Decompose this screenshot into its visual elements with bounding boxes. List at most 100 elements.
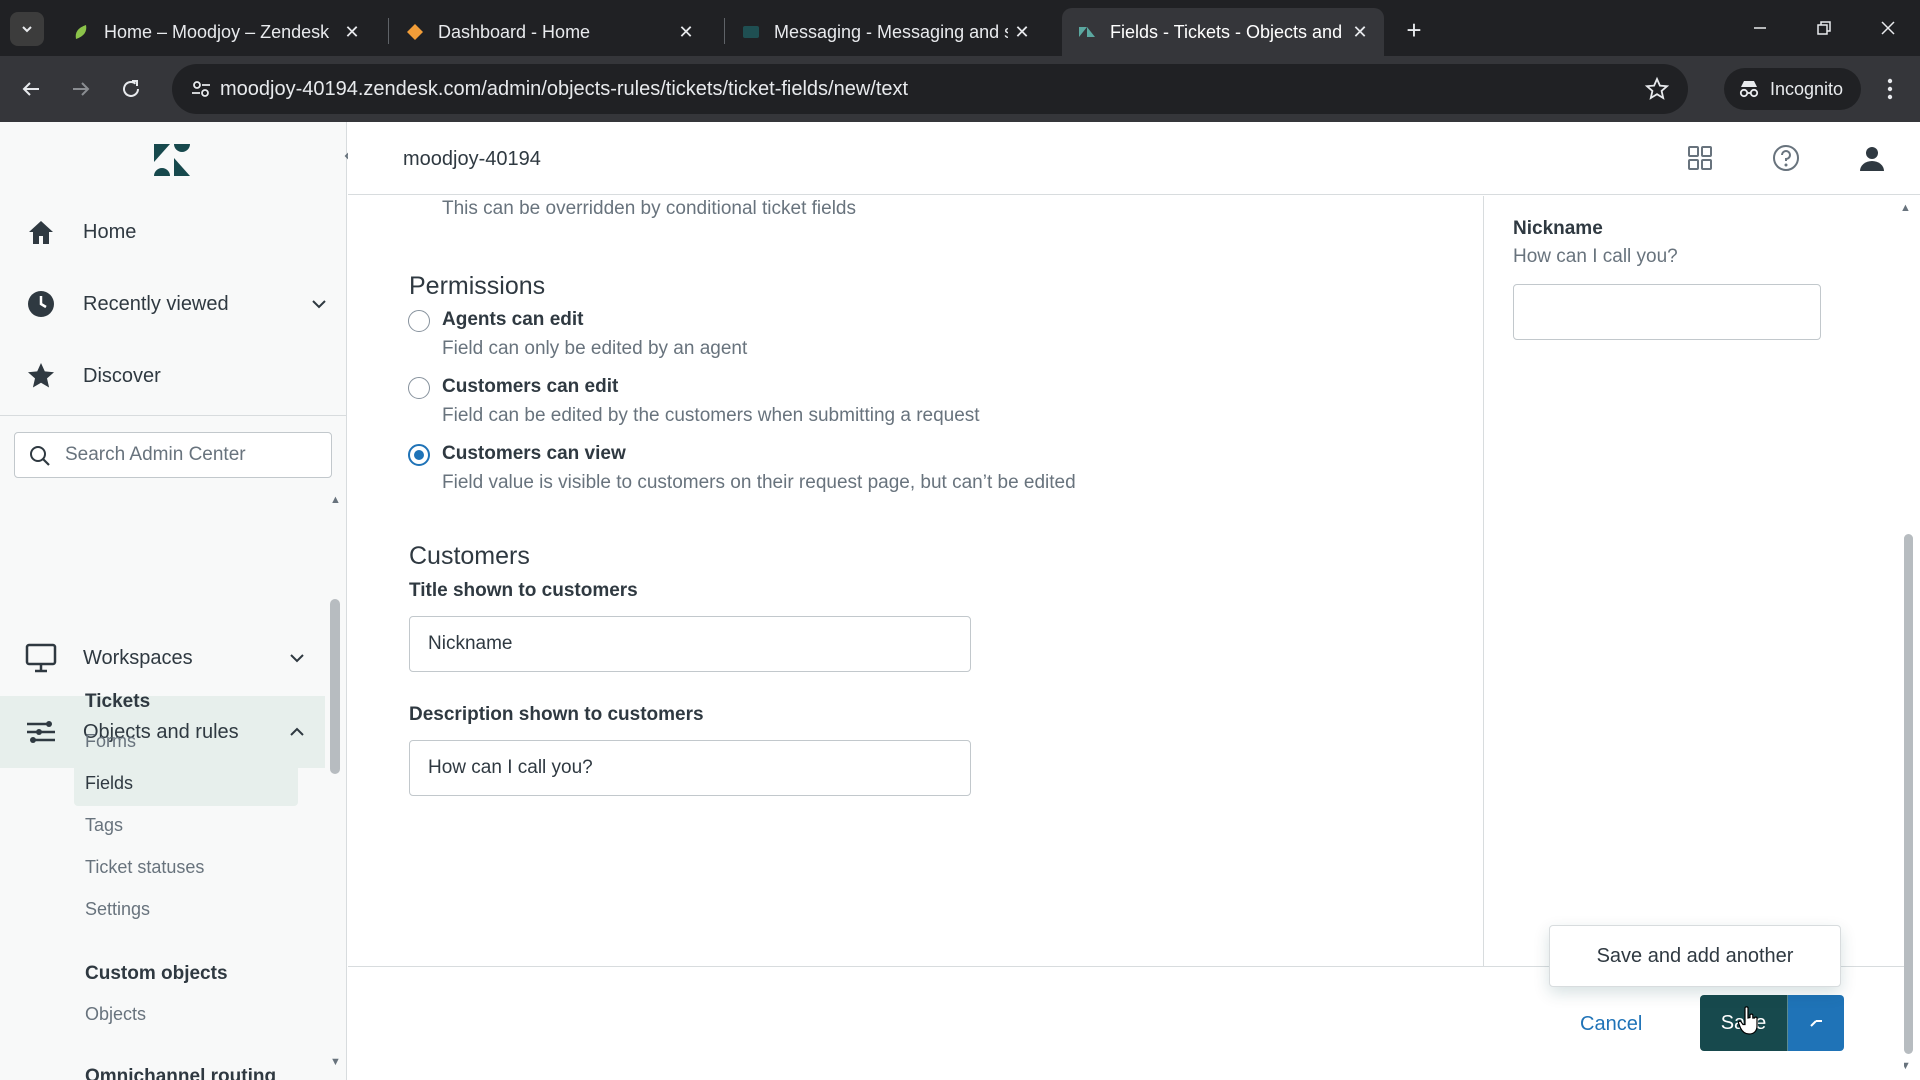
arrow-left-icon (22, 82, 39, 96)
sidebar-item-objects[interactable]: Objects (85, 1004, 146, 1025)
restore-button[interactable] (1804, 10, 1844, 46)
close-window-button[interactable] (1868, 10, 1908, 46)
nav-label: Discover (83, 364, 161, 387)
search-input[interactable] (65, 441, 320, 469)
chevron-down-icon (312, 300, 326, 309)
radio-agents-can-edit[interactable] (408, 310, 430, 332)
address-bar[interactable]: moodjoy-40194.zendesk.com/admin/objects-… (172, 64, 1688, 114)
back-button[interactable] (12, 70, 50, 108)
more-vertical-icon (1887, 78, 1893, 100)
top-header: moodjoy-40194 (348, 122, 1920, 195)
forward-button[interactable] (62, 70, 100, 108)
dashboard-icon (407, 24, 423, 40)
scroll-up-arrow[interactable]: ▲ (330, 494, 341, 506)
field-preview: Nickname How can I call you? (1485, 196, 1905, 966)
profile-button[interactable] (1856, 142, 1888, 174)
permission-hint: Field can only be edited by an agent (442, 338, 748, 359)
home-icon (24, 215, 58, 249)
radio-customers-can-edit[interactable] (408, 377, 430, 399)
override-hint: This can be overridden by conditional ti… (442, 198, 857, 219)
radio-customers-can-view[interactable] (408, 444, 430, 466)
incognito-icon (1739, 81, 1759, 98)
admin-search[interactable] (14, 432, 332, 478)
close-icon (1881, 21, 1895, 35)
restore-icon (1817, 21, 1831, 35)
permission-hint: Field value is visible to customers on t… (442, 472, 1076, 493)
sidebar-item-forms[interactable]: Forms (85, 731, 136, 752)
admin-sidebar: Home Recently viewed Discover ▲ ▼ Worksp… (0, 122, 347, 1080)
help-icon (1773, 145, 1799, 171)
tab-title: Home – Moodjoy – Zendesk (104, 21, 330, 42)
clock-icon (24, 287, 58, 321)
permissions-title: Permissions (409, 272, 546, 300)
cancel-button[interactable]: Cancel (1580, 1013, 1642, 1036)
close-icon[interactable]: ✕ (672, 18, 700, 46)
incognito-indicator[interactable]: Incognito (1724, 68, 1862, 110)
divider (0, 415, 346, 416)
reload-icon (123, 80, 139, 97)
new-tab-button[interactable]: + (1396, 12, 1432, 48)
close-icon[interactable]: ✕ (338, 18, 366, 46)
permission-hint: Field can be edited by the customers whe… (442, 405, 980, 426)
nav-label: Home (83, 220, 137, 243)
page-scrollbar[interactable] (1904, 534, 1913, 1054)
browser-tab-active[interactable]: Fields - Tickets - Objects and ru ✕ (1062, 8, 1384, 56)
browser-tab[interactable]: Home – Moodjoy – Zendesk ✕ (56, 8, 376, 56)
sidebar-item-tags[interactable]: Tags (85, 815, 123, 836)
zendesk-logo-icon[interactable] (152, 142, 192, 178)
sidebar-item-fields[interactable]: Fields (85, 773, 133, 794)
sidebar-scrollbar[interactable] (330, 599, 340, 774)
title-shown-to-customers-input[interactable] (409, 616, 971, 672)
save-options-button[interactable] (1788, 995, 1844, 1051)
save-and-add-another-option[interactable]: Save and add another (1549, 925, 1841, 987)
tab-search-button[interactable] (10, 12, 44, 46)
nav-label: Workspaces (83, 646, 193, 669)
search-icon (30, 446, 50, 466)
permission-label[interactable]: Customers can edit (442, 376, 618, 398)
nav-objects-and-rules[interactable]: Objects and rules (0, 696, 325, 768)
monitor-icon (24, 641, 58, 675)
help-button[interactable] (1770, 142, 1802, 174)
products-button[interactable] (1684, 142, 1716, 174)
preview-field-title: Nickname (1513, 218, 1603, 239)
scroll-down-arrow[interactable]: ▼ (330, 1056, 341, 1068)
close-icon[interactable]: ✕ (1346, 18, 1374, 46)
nav-workspaces[interactable]: Workspaces (0, 622, 325, 694)
sidebar-item-settings[interactable]: Settings (85, 899, 150, 920)
title-field-label: Title shown to customers (409, 580, 638, 601)
minimize-icon (1754, 27, 1766, 29)
field-form: This can be overridden by conditional ti… (348, 196, 1484, 966)
tab-title: Dashboard - Home (438, 21, 591, 42)
chevron-up-icon (290, 727, 304, 736)
permission-label[interactable]: Agents can edit (442, 309, 583, 331)
site-settings-icon[interactable] (190, 78, 212, 100)
nav-discover[interactable]: Discover (0, 340, 346, 412)
zendesk-logo-icon (1079, 27, 1095, 37)
browser-tab[interactable]: Messaging - Messaging and so ✕ (726, 8, 1046, 56)
omnichannel-heading: Omnichannel routing (85, 1066, 277, 1080)
minimize-button[interactable] (1740, 10, 1780, 46)
close-icon[interactable]: ✕ (1008, 18, 1036, 46)
browser-tab[interactable]: Dashboard - Home ✕ (390, 8, 710, 56)
preview-field-description: How can I call you? (1513, 246, 1678, 267)
browser-menu-button[interactable] (1876, 72, 1904, 106)
incognito-label: Incognito (1770, 78, 1844, 99)
account-name: moodjoy-40194 (403, 148, 541, 170)
tab-title: Fields - Tickets - Objects and ru (1110, 21, 1346, 42)
objects-rules-icon (24, 715, 58, 749)
chevron-up-icon (1810, 1020, 1822, 1027)
permission-label[interactable]: Customers can view (442, 443, 626, 465)
nav-home[interactable]: Home (0, 196, 346, 268)
sidebar-item-ticket-statuses[interactable]: Ticket statuses (85, 857, 204, 878)
description-field-label: Description shown to customers (409, 704, 704, 725)
tickets-heading: Tickets (85, 691, 151, 712)
url-text: moodjoy-40194.zendesk.com/admin/objects-… (220, 78, 909, 100)
reload-button[interactable] (112, 70, 150, 108)
preview-input[interactable] (1513, 284, 1821, 340)
nav-recently-viewed[interactable]: Recently viewed (0, 268, 346, 340)
tab-title: Messaging - Messaging and so (774, 21, 1008, 42)
bookmark-star-icon[interactable] (1644, 76, 1670, 102)
scroll-up-arrow[interactable]: ▲ (1900, 202, 1911, 214)
zendesk-leaf-icon (75, 25, 87, 39)
description-shown-to-customers-input[interactable] (409, 740, 971, 796)
